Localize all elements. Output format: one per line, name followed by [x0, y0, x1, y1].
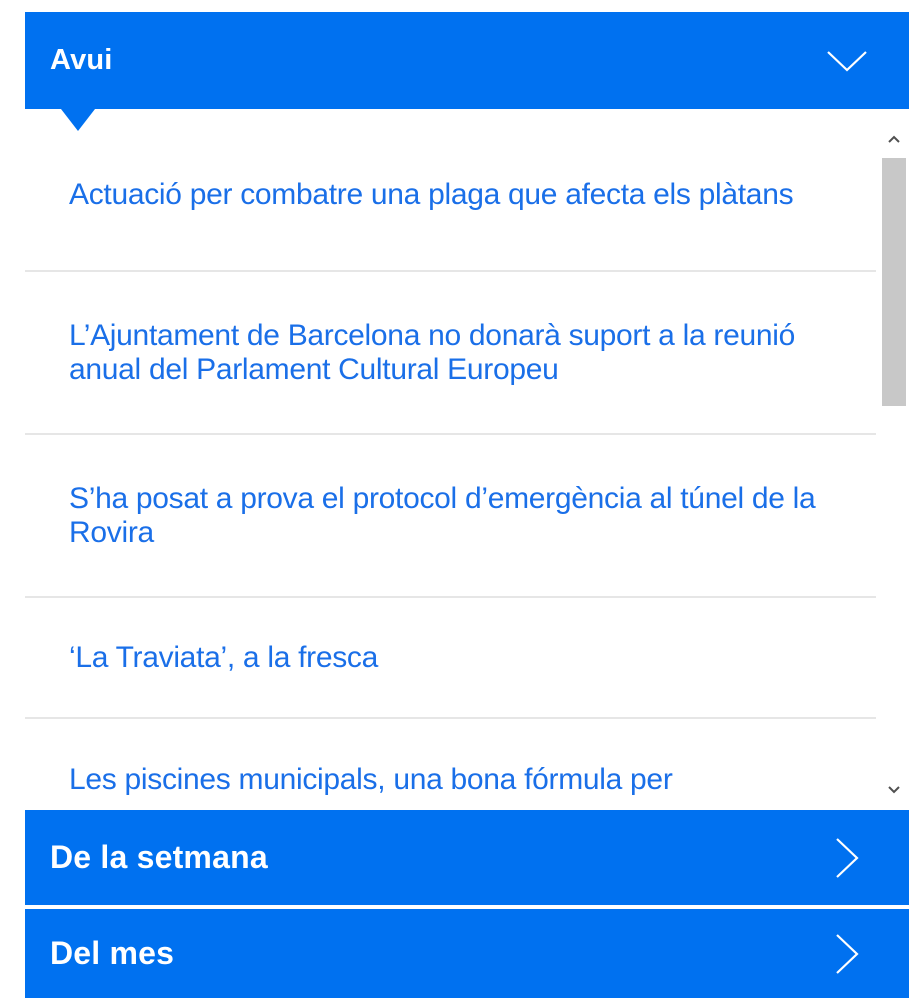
chevron-down-icon	[827, 50, 867, 72]
news-link[interactable]: S’ha posat a prova el protocol d’emergèn…	[69, 482, 856, 550]
section-header-week[interactable]: De la setmana	[25, 810, 909, 905]
news-accordion: Avui Actuació per combatre una plaga que…	[25, 12, 909, 998]
news-list: Actuació per combatre una plaga que afec…	[25, 109, 876, 810]
news-link[interactable]: L’Ajuntament de Barcelona no donarà supo…	[69, 319, 856, 387]
section-title-month: Del mes	[50, 935, 175, 971]
scrollbar[interactable]	[879, 109, 909, 810]
news-list-viewport: Actuació per combatre una plaga que afec…	[25, 109, 909, 810]
section-title-today: Avui	[50, 44, 113, 76]
caret-down-icon	[888, 786, 900, 794]
chevron-right-icon	[836, 837, 859, 878]
news-item: L’Ajuntament de Barcelona no donarà supo…	[25, 272, 876, 435]
section-header-month[interactable]: Del mes	[25, 909, 909, 998]
scrollbar-thumb[interactable]	[882, 158, 906, 406]
scroll-down-arrow[interactable]	[879, 775, 909, 805]
news-link[interactable]: ‘La Traviata’, a la fresca	[69, 641, 378, 675]
news-item: Les piscines municipals, una bona fórmul…	[25, 719, 876, 810]
caret-up-icon	[888, 135, 900, 143]
section-title-week: De la setmana	[50, 839, 268, 875]
news-link[interactable]: Les piscines municipals, una bona fórmul…	[69, 763, 673, 797]
news-link[interactable]: Actuació per combatre una plaga que afec…	[69, 178, 794, 212]
news-item: S’ha posat a prova el protocol d’emergèn…	[25, 435, 876, 598]
news-item: Actuació per combatre una plaga que afec…	[25, 109, 876, 272]
chevron-right-icon	[836, 933, 859, 974]
news-item: ‘La Traviata’, a la fresca	[25, 598, 876, 719]
active-section-pointer	[61, 109, 95, 131]
section-header-today[interactable]: Avui	[25, 12, 909, 109]
scroll-up-arrow[interactable]	[879, 124, 909, 154]
